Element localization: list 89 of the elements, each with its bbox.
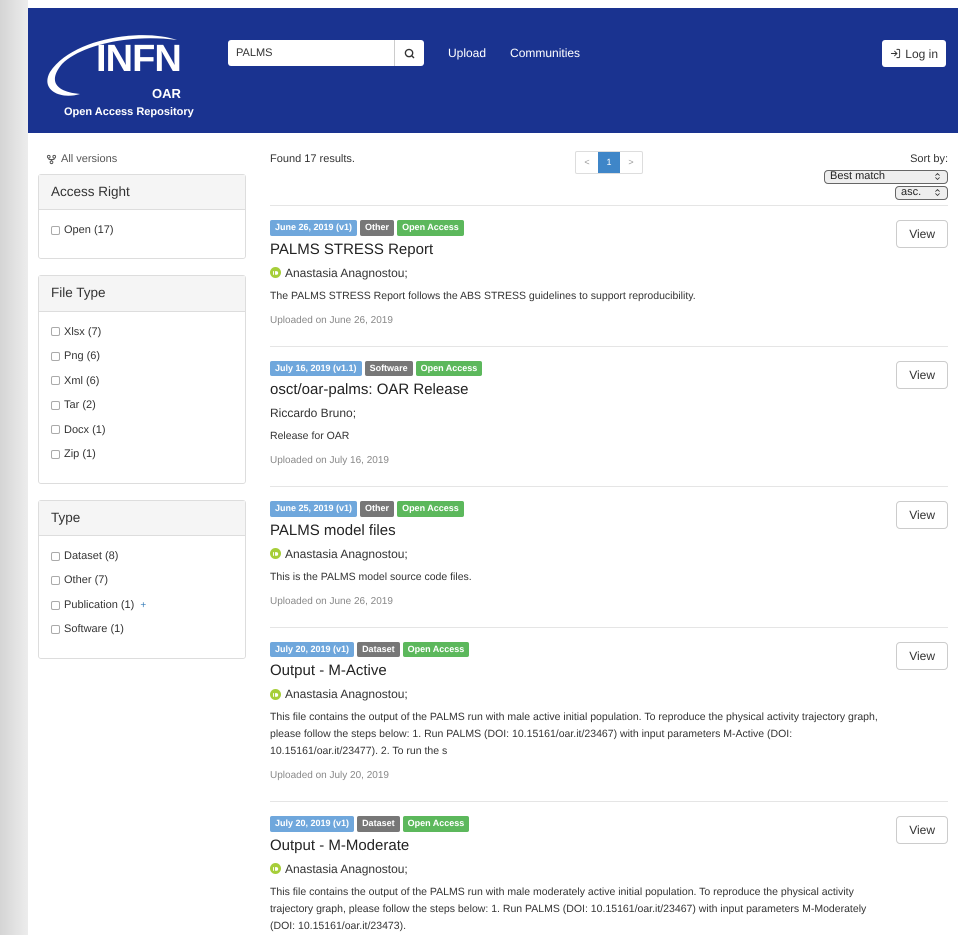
search-button[interactable]: [394, 40, 424, 66]
logo[interactable]: INFN OAR Open Access Repository: [40, 16, 218, 128]
orcid-icon: [270, 267, 281, 278]
checkbox[interactable]: [51, 625, 60, 634]
tag-label: Dataset: [357, 642, 400, 657]
tag-label: June 25, 2019 (v1): [270, 501, 358, 516]
nav-link[interactable]: Upload: [448, 44, 486, 62]
upload-date: Uploaded on June 26, 2019: [270, 594, 393, 608]
facet-title: File Type: [39, 276, 245, 312]
record-description: This file contains the output of the PALMS run with male active initial population. To reproduce the physical activity trajectory graph, please follow the steps below: 1. Run PALMS (DOI: 10.15161/oar.it/23467) with input parameters M-Active (DOI: 10.15161/oar.it/23477). 2. To run the s: [270, 710, 879, 759]
author-name: Anastasia Anagnostou;: [285, 686, 408, 703]
checkbox[interactable]: [51, 552, 60, 560]
tag-label: Open Access: [402, 642, 470, 657]
view-button[interactable]: View: [896, 816, 948, 844]
facet-option: Docx (1): [64, 422, 106, 438]
record-title[interactable]: Output - M-Active: [270, 661, 387, 681]
facet-option: Software (1): [64, 621, 124, 638]
checkbox[interactable]: [51, 226, 60, 234]
sort-field-select[interactable]: Best match: [824, 170, 948, 184]
upload-date: Uploaded on July 20, 2019: [270, 769, 389, 783]
tag-label: Other: [360, 220, 394, 236]
upload-date: Uploaded on June 26, 2019: [270, 314, 393, 328]
facet-option: Xml (6): [64, 372, 100, 389]
expand-toggle[interactable]: +: [140, 598, 146, 612]
orcid-icon: [270, 863, 281, 874]
tag-label: Software: [364, 360, 413, 376]
author-name: Riccardo Bruno;: [270, 405, 356, 422]
tag-label: June 26, 2019 (v1): [270, 220, 358, 236]
logo-word: INFN: [96, 40, 181, 78]
tag-label: Open Access: [397, 501, 464, 516]
view-button[interactable]: View: [896, 360, 948, 388]
upload-date: Uploaded on July 16, 2019: [270, 454, 389, 468]
facet-option: Dataset (8): [64, 548, 118, 564]
view-button[interactable]: View: [896, 642, 948, 670]
branch-icon: [46, 154, 57, 165]
login-button[interactable]: Log in: [882, 40, 946, 67]
record-title[interactable]: PALMS STRESS Report: [270, 240, 434, 260]
facet-option: Png (6): [64, 348, 100, 364]
login-icon: [890, 48, 902, 59]
page-button[interactable]: 1: [598, 152, 620, 173]
author-name: Anastasia Anagnostou;: [285, 546, 408, 562]
tag-label: July 20, 2019 (v1): [270, 816, 354, 832]
logo-tagline: Open Access Repository: [64, 105, 194, 120]
nav-link[interactable]: Communities: [510, 44, 580, 62]
sort-label: Sort by:: [910, 152, 948, 167]
record-description: This is the PALMS model source code files.: [270, 570, 473, 584]
view-button[interactable]: View: [896, 220, 948, 248]
checkbox[interactable]: [51, 425, 60, 434]
author-name: Anastasia Anagnostou;: [285, 264, 408, 282]
record-description: Release for OAR: [270, 429, 350, 444]
tag-label: July 20, 2019 (v1): [270, 642, 354, 657]
orcid-icon: [270, 548, 281, 559]
record-description: The PALMS STRESS Report follows the ABS STRESS guidelines to support reproducibility.: [270, 288, 697, 304]
tag-label: Dataset: [357, 816, 400, 832]
record-title[interactable]: Output - M-Moderate: [270, 836, 410, 856]
checkbox[interactable]: [51, 576, 60, 585]
record-description: This file contains the output of the PALMS run with male moderately active initial population. To reproduce the physical activity trajectory graph, please follow the steps below: 1. Run PALMS (DOI: 10.15161/oar.it/23467) with input parameters M-Moderately (DOI: 10.15161/oar.it/23473).: [270, 884, 868, 934]
view-button[interactable]: View: [896, 501, 948, 529]
tag-label: Other: [360, 501, 394, 516]
versions-link[interactable]: All versions: [46, 151, 246, 168]
checkbox[interactable]: [51, 600, 60, 610]
checkbox[interactable]: [51, 450, 60, 459]
checkbox[interactable]: [51, 327, 60, 336]
facet-option: Other (7): [64, 572, 108, 589]
record-title[interactable]: PALMS model files: [270, 520, 396, 540]
facet-option: Tar (2): [64, 397, 96, 414]
facet-option: Zip (1): [64, 446, 96, 462]
tag-label: July 16, 2019 (v1.1): [270, 360, 362, 376]
tag-label: Open Access: [402, 816, 470, 832]
checkbox[interactable]: [51, 400, 60, 410]
facet-option: Open (17): [64, 222, 114, 238]
chevron-icon: [933, 172, 942, 181]
checkbox[interactable]: [51, 352, 60, 361]
sort-order-select[interactable]: asc.: [895, 186, 948, 200]
record-title[interactable]: osct/oar-palms: OAR Release: [270, 380, 468, 400]
tag-label: Open Access: [397, 220, 464, 236]
checkbox[interactable]: [51, 376, 60, 386]
facet-title: Access Right: [39, 174, 245, 210]
tag-label: Open Access: [416, 360, 482, 376]
logo-sub: OAR: [152, 85, 181, 103]
facet-title: Type: [39, 500, 245, 536]
facet-option: Xlsx (7): [64, 324, 102, 340]
author-name: Anastasia Anagnostou;: [285, 860, 408, 878]
search-field[interactable]: PALMS: [228, 40, 394, 66]
orcid-icon: [270, 688, 281, 700]
chevron-icon: [933, 188, 942, 197]
search-icon: [404, 48, 415, 58]
results-count: Found 17 results.: [270, 152, 356, 167]
facet-option: Publication (1): [64, 596, 134, 614]
